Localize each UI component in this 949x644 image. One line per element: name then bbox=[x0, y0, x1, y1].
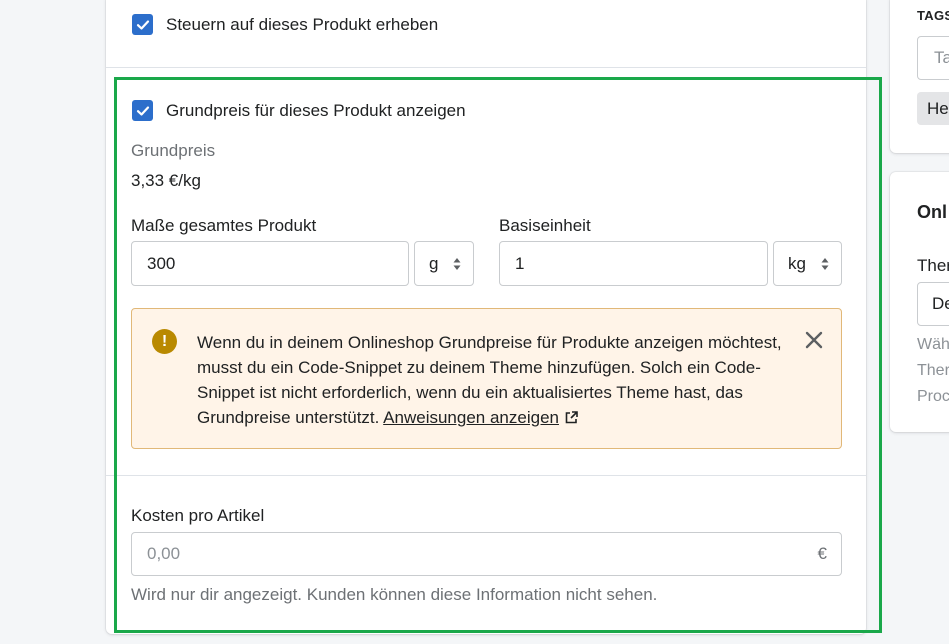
base-unit-value: 1 bbox=[515, 253, 525, 273]
tags-card: TAGS Ta He bbox=[890, 0, 949, 153]
warning-icon: ! bbox=[152, 329, 177, 354]
total-unit-value: g bbox=[429, 253, 439, 273]
select-arrows-icon bbox=[453, 258, 461, 270]
base-unit-input[interactable]: 1 bbox=[499, 241, 768, 286]
instructions-link[interactable]: Anweisungen anzeigen bbox=[383, 408, 559, 427]
total-measure-input[interactable]: 300 bbox=[131, 241, 409, 286]
tag-chip[interactable]: He bbox=[917, 92, 949, 125]
theme-help-text: Wäh Ther Proc bbox=[917, 332, 949, 410]
tags-input-placeholder: Ta bbox=[934, 48, 949, 67]
base-unit-select[interactable]: kg bbox=[773, 241, 842, 286]
external-link-icon[interactable] bbox=[565, 411, 578, 424]
unit-price-label: Grundpreis für dieses Produkt anzeigen bbox=[166, 100, 466, 120]
online-store-heading: Onl bbox=[917, 202, 947, 222]
cost-label: Kosten pro Artikel bbox=[131, 506, 265, 525]
checkmark-icon bbox=[136, 19, 149, 30]
close-icon[interactable] bbox=[805, 331, 823, 349]
cost-input[interactable]: 0,00 € bbox=[131, 532, 842, 576]
total-measure-label: Maße gesamtes Produkt bbox=[131, 216, 317, 235]
tax-checkbox[interactable] bbox=[132, 14, 153, 35]
help-line: Ther bbox=[917, 362, 949, 379]
unit-price-row[interactable]: Grundpreis für dieses Produkt anzeigen bbox=[132, 100, 466, 121]
online-store-card: Onl Ther De Wäh Ther Proc bbox=[890, 172, 949, 432]
tax-label: Steuern auf dieses Produkt erheben bbox=[166, 14, 439, 34]
unit-price-checkbox[interactable] bbox=[132, 100, 153, 121]
divider bbox=[106, 475, 866, 476]
base-unit-label: Basiseinheit bbox=[499, 216, 591, 235]
tax-row[interactable]: Steuern auf dieses Produkt erheben bbox=[132, 14, 438, 35]
cost-placeholder: 0,00 bbox=[147, 544, 181, 563]
theme-label: Ther bbox=[917, 256, 949, 275]
tags-input[interactable]: Ta bbox=[917, 36, 949, 80]
total-unit-select[interactable]: g bbox=[414, 241, 474, 286]
tag-chip-label: He bbox=[927, 98, 949, 118]
instructions-link-label: Anweisungen anzeigen bbox=[383, 408, 559, 427]
currency-suffix: € bbox=[817, 544, 827, 563]
theme-select[interactable]: De bbox=[917, 282, 949, 326]
theme-select-value: De bbox=[932, 294, 949, 313]
help-line: Proc bbox=[917, 388, 949, 405]
product-pricing-card: Steuern auf dieses Produkt erheben Grund… bbox=[106, 0, 866, 634]
help-line: Wäh bbox=[917, 336, 949, 353]
checkmark-icon bbox=[136, 105, 149, 116]
base-unit-select-value: kg bbox=[788, 253, 806, 273]
cost-hint: Wird nur dir angezeigt. Kunden können di… bbox=[131, 585, 658, 604]
unit-price-title: Grundpreis bbox=[131, 141, 216, 160]
warning-banner-text: Wenn du in deinem Onlineshop Grundpreise… bbox=[197, 330, 787, 430]
total-measure-value: 300 bbox=[147, 253, 176, 273]
unit-price-value: 3,33 €/kg bbox=[131, 171, 201, 190]
divider bbox=[106, 67, 866, 68]
tags-heading: TAGS bbox=[917, 8, 949, 23]
select-arrows-icon bbox=[821, 258, 829, 270]
warning-banner: ! Wenn du in deinem Onlineshop Grundprei… bbox=[131, 308, 842, 449]
